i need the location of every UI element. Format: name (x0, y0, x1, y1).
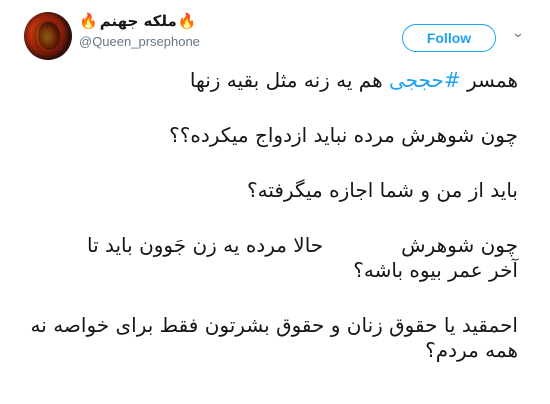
tweet-text-segment: احمقید یا حقوق زنان و حقوق بشرتون فقط بر… (30, 313, 518, 337)
tweet-text-segment: آخر عمر بیوه باشه؟ (353, 258, 518, 282)
tweet-paragraph-5: احمقید یا حقوق زنان و حقوق بشرتون فقط بر… (24, 313, 518, 363)
tweet-text-segment: حالا مرده یه زن جَوون باید تا (86, 233, 324, 257)
fire-emoji-icon: 🔥 (79, 11, 98, 30)
tweet-text-segment: هم یه زنه مثل بقیه زنها (189, 68, 390, 92)
tweet-text-segment: چون شوهرش (401, 233, 518, 257)
follow-button[interactable]: Follow (402, 24, 496, 52)
user-handle[interactable]: @Queen_prsephone (79, 34, 200, 50)
tweet-line-2: چون شوهرش مرده نباید ازدواج میکرده؟؟ (169, 123, 518, 147)
tweet-line-3: باید از من و شما اجازه میگرفته؟ (246, 178, 518, 202)
tweet-paragraph-4: چون شوهرش حالا مرده یه زن جَوون باید تا آ… (24, 233, 518, 283)
hashtag-link[interactable]: #حججی (389, 68, 461, 92)
display-name[interactable]: ملکه جهنم (100, 11, 177, 31)
fire-emoji-icon: 🔥 (177, 11, 197, 30)
tweet-text: همسر #حججی هم یه زنه مثل بقیه زنها چون ش… (24, 68, 518, 393)
tweet-line-1: همسر #حججی هم یه زنه مثل بقیه زنها (24, 68, 518, 93)
tweet-text-segment: همه مردم؟ (425, 338, 518, 362)
tweet-card: 🔥 ملکه جهنم 🔥 @Queen_prsephone Follow ⌄ … (0, 0, 550, 404)
tweet-text-segment: همسر (460, 68, 518, 92)
user-avatar[interactable] (24, 12, 72, 60)
display-name-row[interactable]: 🔥 ملکه جهنم 🔥 (79, 10, 197, 32)
chevron-down-icon[interactable]: ⌄ (510, 27, 527, 41)
